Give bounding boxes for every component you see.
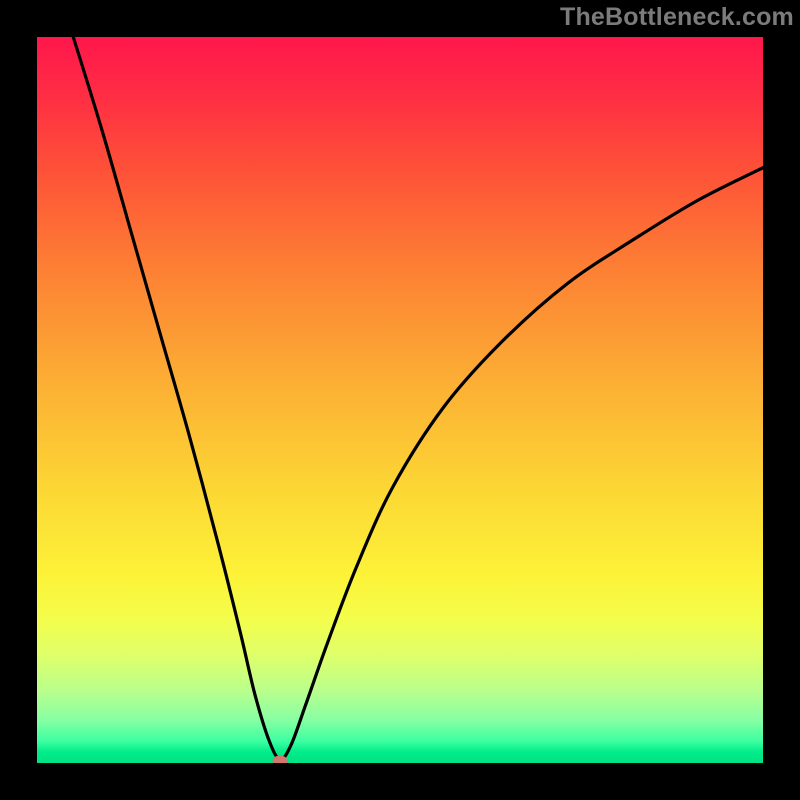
bottleneck-curve xyxy=(73,37,763,759)
curve-layer xyxy=(37,37,763,763)
plot-area xyxy=(37,37,763,763)
optimal-point-marker xyxy=(273,755,288,763)
chart-frame: TheBottleneck.com xyxy=(0,0,800,800)
watermark-text: TheBottleneck.com xyxy=(560,3,794,32)
